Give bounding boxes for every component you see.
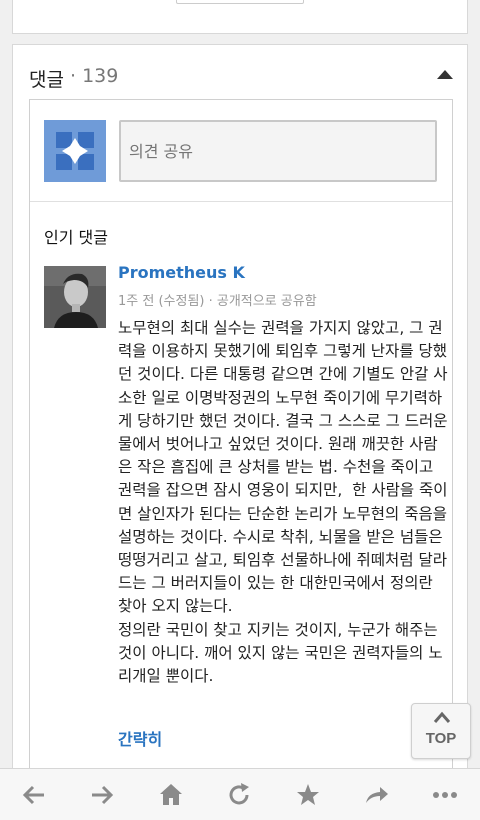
forward-arrow-icon	[92, 785, 114, 805]
chevron-up-icon	[433, 711, 451, 723]
back-arrow-icon	[22, 785, 44, 805]
collapse-comment-link[interactable]: 간략히	[118, 726, 162, 750]
share-button[interactable]	[358, 781, 394, 809]
bookmark-button[interactable]	[290, 781, 326, 809]
star-icon	[297, 784, 319, 805]
home-button[interactable]	[153, 781, 189, 809]
previous-button[interactable]	[176, 0, 304, 4]
forward-button[interactable]	[84, 781, 120, 809]
user-avatar	[44, 120, 106, 182]
more-icon	[433, 792, 457, 798]
comments-count: · 139	[70, 65, 119, 87]
comments-panel: 댓글 · 139 인기 댓글	[12, 44, 469, 785]
commenter-avatar[interactable]	[44, 266, 106, 328]
more-button[interactable]	[427, 781, 463, 809]
default-avatar-icon	[56, 132, 94, 170]
scroll-to-top-button[interactable]: TOP	[411, 703, 471, 759]
previous-card	[12, 0, 468, 34]
share-icon	[366, 787, 388, 803]
comments-title: 댓글	[29, 69, 64, 91]
collapse-triangle-icon[interactable]	[437, 70, 453, 79]
back-button[interactable]	[16, 781, 52, 809]
share-opinion-input[interactable]	[119, 120, 437, 182]
comment-meta: 1주 전 (수정됨) · 공개적으로 공유함	[118, 294, 317, 309]
home-icon	[160, 784, 182, 805]
comment-box: 인기 댓글 Prometheus K 1주 전 (수정됨) · 공개적으로 공유…	[29, 99, 453, 785]
share-row	[30, 100, 452, 202]
previous-section	[0, 0, 480, 44]
comments-header[interactable]: 댓글 · 139	[13, 45, 469, 99]
popular-comments-label: 인기 댓글	[44, 228, 108, 247]
scroll-to-top-label: TOP	[425, 730, 457, 747]
comment-body: 노무현의 최대 실수는 권력을 가지지 않았고, 그 권력을 이용하지 못했기에…	[118, 319, 448, 686]
refresh-button[interactable]	[221, 781, 257, 809]
browser-bottom-toolbar	[0, 768, 480, 820]
refresh-icon	[229, 783, 249, 805]
comment-author[interactable]: Prometheus K	[118, 263, 245, 282]
